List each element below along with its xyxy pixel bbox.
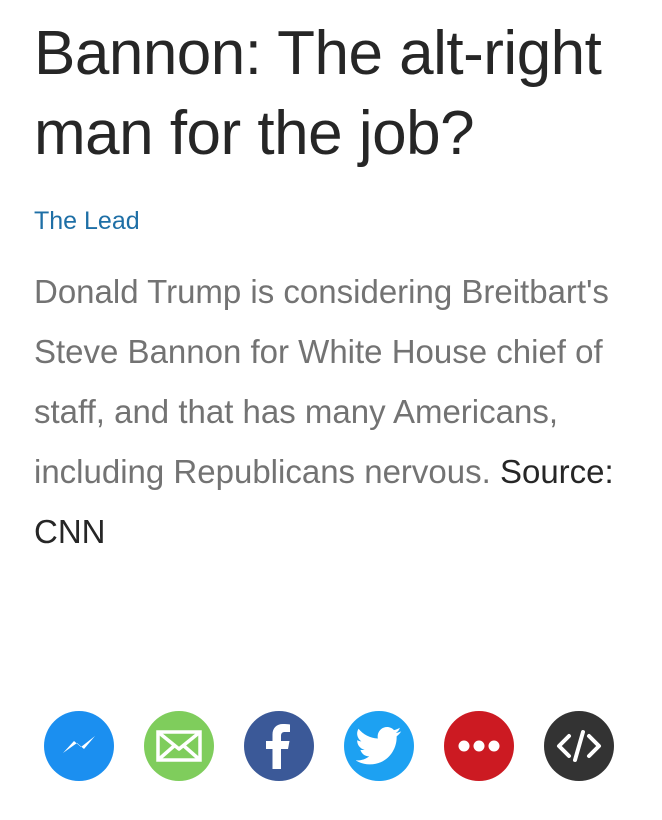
- embed-share-button[interactable]: [544, 711, 614, 781]
- envelope-icon: [156, 730, 202, 762]
- twitter-bird-icon: [356, 727, 402, 765]
- messenger-icon: [63, 736, 95, 753]
- ellipsis-icon: [458, 740, 500, 752]
- twitter-share-button[interactable]: [344, 711, 414, 781]
- video-description: Donald Trump is considering Breitbart's …: [34, 262, 626, 562]
- facebook-icon: [266, 724, 290, 769]
- headline: Bannon: The alt-right man for the job?: [34, 19, 602, 168]
- facebook-share-button[interactable]: [244, 711, 314, 781]
- more-share-button[interactable]: [444, 711, 514, 781]
- code-icon: [557, 730, 601, 762]
- messenger-share-button[interactable]: [44, 711, 114, 781]
- show-link[interactable]: The Lead: [34, 205, 140, 237]
- article: Bannon: The alt-right man for the job? T…: [34, 14, 634, 562]
- share-bar: [44, 711, 624, 781]
- email-share-button[interactable]: [144, 711, 214, 781]
